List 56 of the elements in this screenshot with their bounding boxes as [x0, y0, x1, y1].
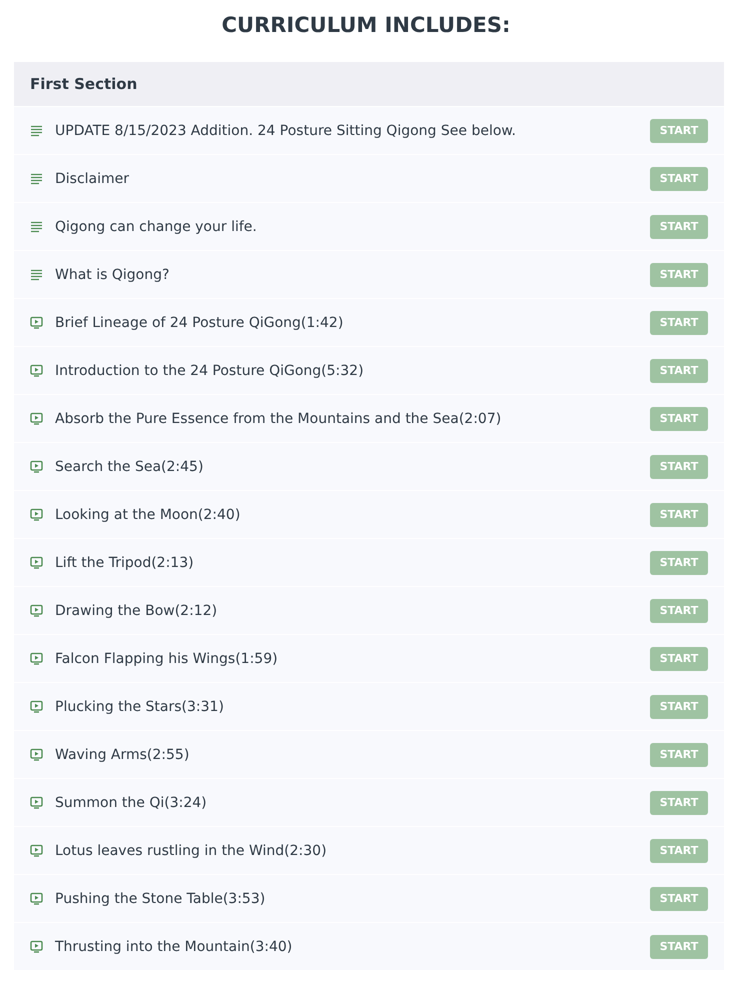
- lecture-title: Drawing the Bow(2:12): [55, 602, 218, 618]
- text-lines-icon: [30, 172, 43, 185]
- video-icon: [30, 364, 43, 377]
- lecture-title: Looking at the Moon(2:40): [55, 506, 242, 522]
- video-icon: [30, 556, 43, 569]
- video-icon: [30, 412, 43, 425]
- video-icon: [30, 508, 43, 521]
- lecture-row[interactable]: Introduction to the 24 Posture QiGong(5:32) START: [14, 346, 724, 394]
- lecture-title: Brief Lineage of 24 Posture QiGong(1:42): [55, 314, 344, 330]
- lecture-title: UPDATE 8/15/2023 Addition. 24 Posture Sitting Qigong See below.: [55, 122, 518, 138]
- video-icon: [30, 604, 43, 617]
- lecture-title: Lotus leaves rustling in the Wind(2:30): [55, 842, 328, 858]
- lecture-row[interactable]: Looking at the Moon(2:40) START: [14, 490, 724, 538]
- video-icon: [30, 652, 43, 665]
- text-lines-icon: [30, 220, 43, 233]
- lecture-title: Pushing the Stone Table(3:53): [55, 890, 266, 906]
- lecture-row[interactable]: Qigong can change your life. START: [14, 202, 724, 250]
- lecture-title: What is Qigong?: [55, 266, 170, 282]
- video-icon: [30, 796, 43, 809]
- lecture-row[interactable]: Absorb the Pure Essence from the Mountains and the Sea(2:07) START: [14, 394, 724, 442]
- lecture-row[interactable]: Falcon Flapping his Wings(1:59) START: [14, 634, 724, 682]
- lecture-row[interactable]: Search the Sea(2:45) START: [14, 442, 724, 490]
- video-icon: [30, 700, 43, 713]
- lecture-row[interactable]: Waving Arms(2:55) START: [14, 730, 724, 778]
- video-icon: [30, 460, 43, 473]
- lecture-row[interactable]: Lift the Tripod(2:13) START: [14, 538, 724, 586]
- lecture-title: Summon the Qi(3:24): [55, 794, 208, 810]
- lecture-row[interactable]: Brief Lineage of 24 Posture QiGong(1:42) START: [14, 298, 724, 346]
- lecture-title: Introduction to the 24 Posture QiGong(5:32): [55, 362, 365, 378]
- lecture-row[interactable]: Disclaimer START: [14, 154, 724, 202]
- text-lines-icon: [30, 124, 43, 137]
- lecture-title: Falcon Flapping his Wings(1:59): [55, 650, 279, 666]
- lecture-row[interactable]: Lotus leaves rustling in the Wind(2:30) START: [14, 826, 724, 874]
- section-title: First Section: [30, 75, 138, 93]
- lecture-row[interactable]: UPDATE 8/15/2023 Addition. 24 Posture Sitting Qigong See below. START: [14, 106, 724, 154]
- lecture-title: Waving Arms(2:55): [55, 746, 190, 762]
- lecture-row[interactable]: What is Qigong? START: [14, 250, 724, 298]
- lecture-title: Disclaimer: [55, 170, 130, 186]
- text-lines-icon: [30, 268, 43, 281]
- lecture-row[interactable]: Pushing the Stone Table(3:53) START: [14, 874, 724, 922]
- video-icon: [30, 940, 43, 953]
- lecture-title: Plucking the Stars(3:31): [55, 698, 225, 714]
- page-title: CURRICULUM INCLUDES:: [220, 12, 512, 39]
- lecture-title: Thrusting into the Mountain(3:40): [55, 938, 294, 954]
- video-icon: [30, 748, 43, 761]
- lecture-row[interactable]: Drawing the Bow(2:12) START: [14, 586, 724, 634]
- lecture-title: Lift the Tripod(2:13): [55, 554, 195, 570]
- lecture-row[interactable]: Plucking the Stars(3:31) START: [14, 682, 724, 730]
- lecture-title: Absorb the Pure Essence from the Mountains and the Sea(2:07): [55, 410, 502, 426]
- lecture-title: Qigong can change your life.: [55, 218, 258, 234]
- lecture-title: Search the Sea(2:45): [55, 458, 204, 474]
- lecture-row[interactable]: Summon the Qi(3:24) START: [14, 778, 724, 826]
- video-icon: [30, 844, 43, 857]
- lecture-row[interactable]: Thrusting into the Mountain(3:40) START: [14, 922, 724, 970]
- video-icon: [30, 892, 43, 905]
- video-icon: [30, 316, 43, 329]
